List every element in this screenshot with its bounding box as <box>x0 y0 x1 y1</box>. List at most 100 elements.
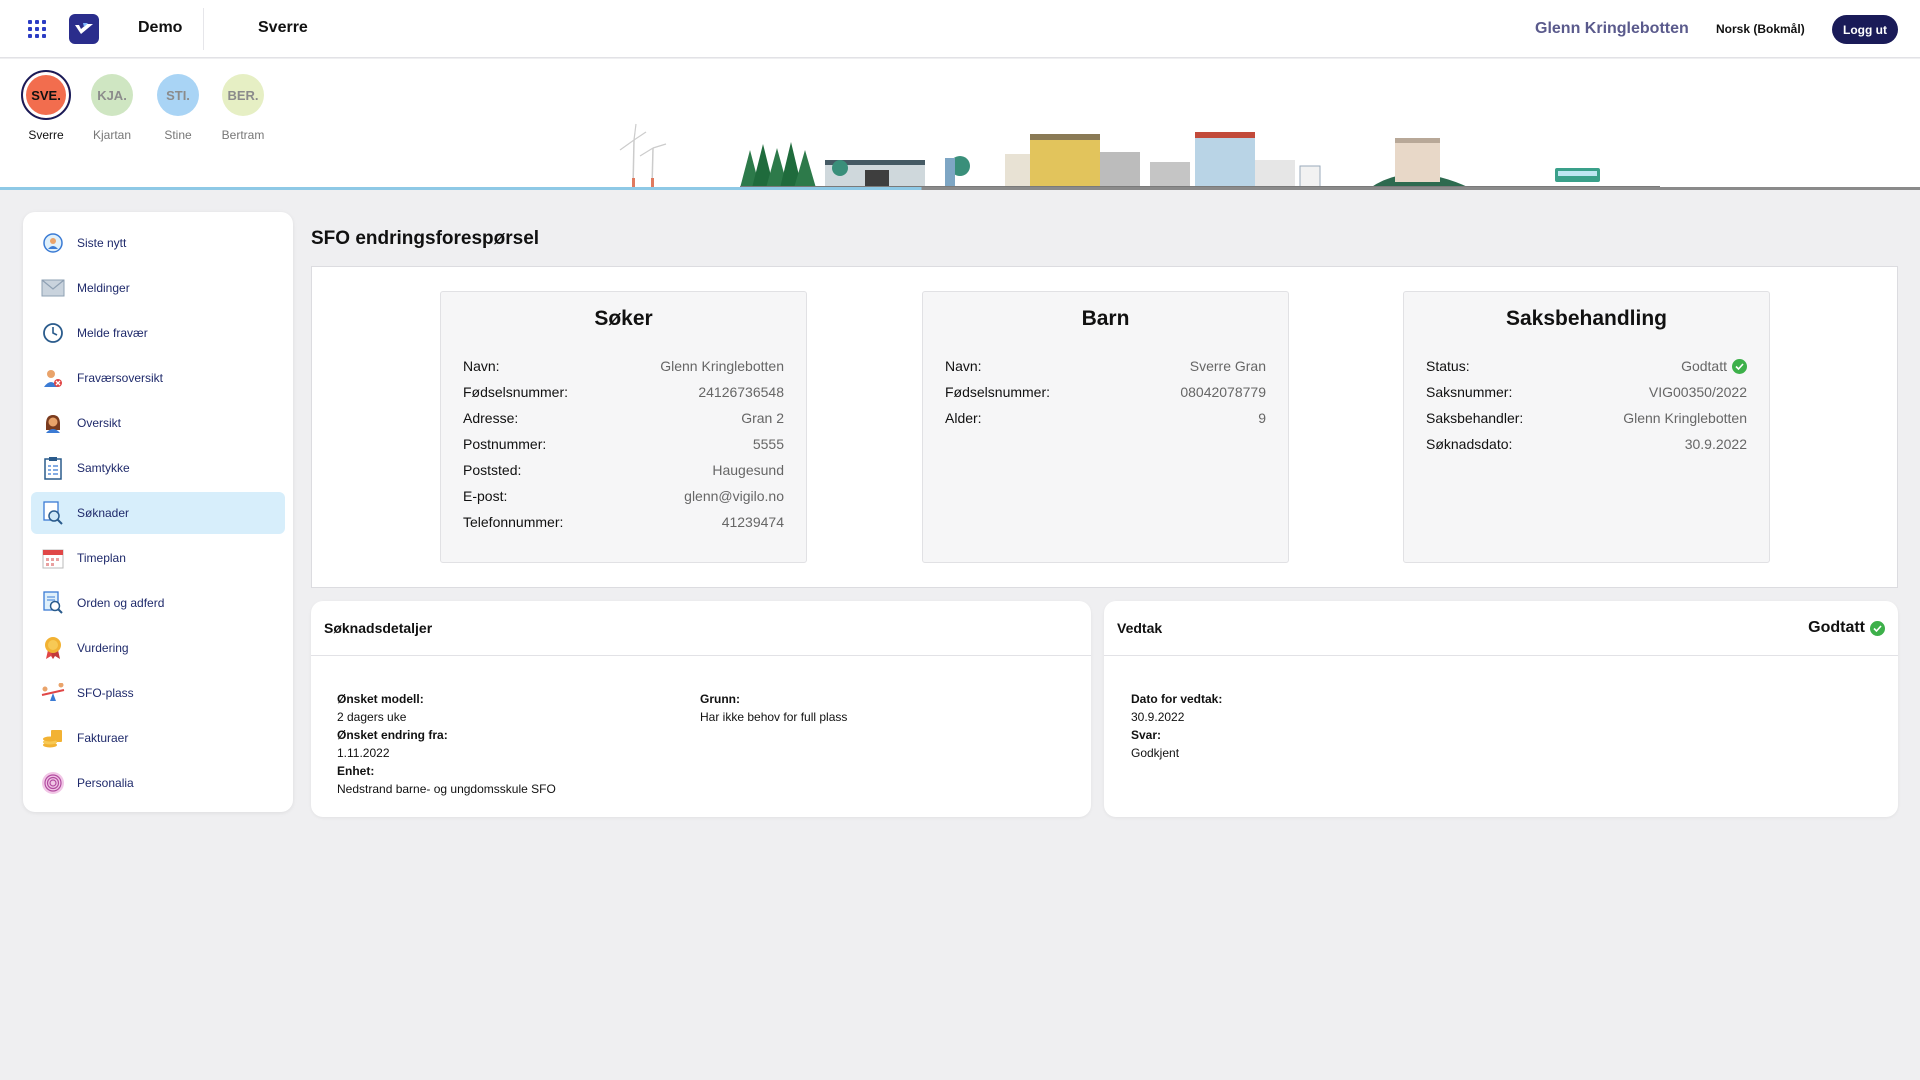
sidebar-item-label: Søknader <box>77 506 130 520</box>
sidebar-item-siste-nytt[interactable]: Siste nytt <box>31 222 285 264</box>
child-card: Barn Navn: Sverre Gran Fødselsnummer: 0804… <box>922 291 1289 563</box>
selected-child-name: Sverre <box>258 19 308 36</box>
info-row: Status: Godtatt <box>1404 353 1769 379</box>
page-title: SFO endringsforespørsel <box>311 228 540 249</box>
sidebar-item-timeplan[interactable]: Timeplan <box>31 537 285 579</box>
sidebar-item-label: Fakturaer <box>77 731 129 745</box>
calendar-icon <box>41 546 65 570</box>
case-handling-card: Saksbehandling Status: Godtatt Saksnumme… <box>1403 291 1770 563</box>
person-icon <box>41 411 65 435</box>
row-label: Telefonnummer: <box>463 514 564 530</box>
row-value: 5555 <box>752 436 784 452</box>
sidebar-item-samtykke[interactable]: Samtykke <box>31 447 285 489</box>
info-row: Navn: Glenn Kringlebotten <box>441 353 806 379</box>
row-label: Poststed: <box>463 462 522 478</box>
details-left-column: Ønsket modell: 2 dagers uke Ønsket endri… <box>337 690 556 798</box>
top-bar: Demo Sverre Glenn Kringlebotten Norsk (B… <box>0 0 1920 58</box>
row-value: Haugesund <box>712 462 784 478</box>
check-circle-icon <box>1732 358 1747 374</box>
card-heading: Barn <box>1081 307 1130 330</box>
sidebar-item-vurdering[interactable]: Vurdering <box>31 627 285 669</box>
row-value: Gran 2 <box>741 410 784 426</box>
row-label: Alder: <box>945 410 982 426</box>
row-label: Fødselsnummer: <box>945 384 1051 400</box>
child-switcher-sverre[interactable]: SVE. Sverre <box>13 70 79 142</box>
info-row: Telefonnummer: 41239474 <box>441 509 806 535</box>
row-label: Søknadsdato: <box>1426 436 1513 452</box>
application-details-panel: Søknadsdetaljer Ønsket modell: 2 dagers … <box>311 601 1091 817</box>
vigilo-logo[interactable] <box>69 14 99 44</box>
sidebar-item-label: SFO-plass <box>77 686 134 700</box>
panel-header: Vedtak Godtatt <box>1104 601 1898 656</box>
row-value: Sverre Gran <box>1189 358 1266 374</box>
child-name: Kjartan <box>92 128 132 142</box>
row-value: 41239474 <box>721 514 784 530</box>
child-avatar: KJA. <box>91 74 133 116</box>
field-value: Godkjent <box>1131 746 1180 760</box>
sidebar-item-fravaersoversikt[interactable]: Fraværsoversikt <box>31 357 285 399</box>
case-info-panel: Søker Navn: Glenn Kringlebotten Fødselsnu… <box>311 266 1898 588</box>
sidebar-item-fakturaer[interactable]: Fakturaer <box>31 717 285 759</box>
decision-status-text: Godtatt <box>1808 619 1865 636</box>
status-value: Godtatt <box>1681 358 1747 374</box>
sidebar-item-personalia[interactable]: Personalia <box>31 762 285 804</box>
field-value: 2 dagers uke <box>337 710 407 724</box>
row-label: E-post: <box>463 488 508 504</box>
sidebar-item-melde-fravaer[interactable]: Melde fravær <box>31 312 285 354</box>
sidebar-item-label: Timeplan <box>77 551 126 565</box>
child-avatar: BER. <box>222 74 264 116</box>
sidebar-item-label: Fraværsoversikt <box>77 371 164 385</box>
status-text: Godtatt <box>1681 358 1727 374</box>
child-switcher-bertram[interactable]: BER. Bertram <box>210 74 276 142</box>
org-name[interactable]: Demo <box>138 19 182 37</box>
child-avatar: SVE. <box>21 70 71 120</box>
row-label: Saksbehandler: <box>1426 410 1524 426</box>
decision-panel: Vedtak Godtatt Dato for vedtak: 30.9.202… <box>1104 601 1898 817</box>
check-circle-icon <box>1870 620 1885 636</box>
sidebar-item-label: Siste nytt <box>77 236 127 250</box>
child-name: Stine <box>164 128 192 142</box>
info-row: Poststed: Haugesund <box>441 457 806 483</box>
row-value: Glenn Kringlebotten <box>660 358 784 374</box>
details-right-column: Grunn: Har ikke behov for full plass <box>700 690 847 726</box>
row-label: Status: <box>1426 358 1470 374</box>
panel-title: Søknadsdetaljer <box>324 620 433 636</box>
row-value: glenn@vigilo.no <box>684 488 784 504</box>
field-label: Svar: <box>1131 728 1162 742</box>
panel-title: Vedtak <box>1117 620 1163 636</box>
sidebar-item-meldinger[interactable]: Meldinger <box>31 267 285 309</box>
sidebar-item-orden-og-adferd[interactable]: Orden og adferd <box>31 582 285 624</box>
logout-button[interactable]: Logg ut <box>1832 15 1898 44</box>
child-switcher-kjartan[interactable]: KJA. Kjartan <box>79 74 145 142</box>
field-value: 30.9.2022 <box>1131 710 1185 724</box>
sidebar-item-label: Melde fravær <box>77 326 148 340</box>
info-row: Postnummer: 5555 <box>441 431 806 457</box>
sidebar-item-label: Orden og adferd <box>77 596 165 610</box>
row-value: 08042078779 <box>1180 384 1266 400</box>
town-illustration <box>619 123 1660 188</box>
info-row: E-post: glenn@vigilo.no <box>441 483 806 509</box>
child-name: Bertram <box>221 128 265 142</box>
child-switcher-stine[interactable]: STI. Stine <box>145 74 211 142</box>
sidebar-item-oversikt[interactable]: Oversikt <box>31 402 285 444</box>
document-magnify-icon <box>41 591 65 615</box>
medal-icon <box>41 636 65 660</box>
field-label: Dato for vedtak: <box>1131 692 1223 706</box>
field-value: Nedstrand barne- og ungdomsskule SFO <box>337 782 556 796</box>
app-grid-icon[interactable] <box>28 20 46 38</box>
user-name[interactable]: Glenn Kringlebotten <box>1535 20 1689 38</box>
panel-header: Søknadsdetaljer <box>311 601 1091 656</box>
info-row: Adresse: Gran 2 <box>441 405 806 431</box>
news-icon <box>41 231 65 255</box>
row-value: VIG00350/2022 <box>1648 384 1747 400</box>
sidebar-item-soknader[interactable]: Søknader <box>31 492 285 534</box>
row-label: Navn: <box>463 358 500 374</box>
sidebar-item-sfo-plass[interactable]: SFO-plass <box>31 672 285 714</box>
field-label: Enhet: <box>337 764 375 778</box>
field-value: Har ikke behov for full plass <box>700 710 848 724</box>
field-value: 1.11.2022 <box>337 746 390 760</box>
row-label: Navn: <box>945 358 982 374</box>
clipboard-icon <box>41 456 65 480</box>
language-selector[interactable]: Norsk (Bokmål) <box>1716 22 1805 36</box>
row-label: Postnummer: <box>463 436 547 452</box>
